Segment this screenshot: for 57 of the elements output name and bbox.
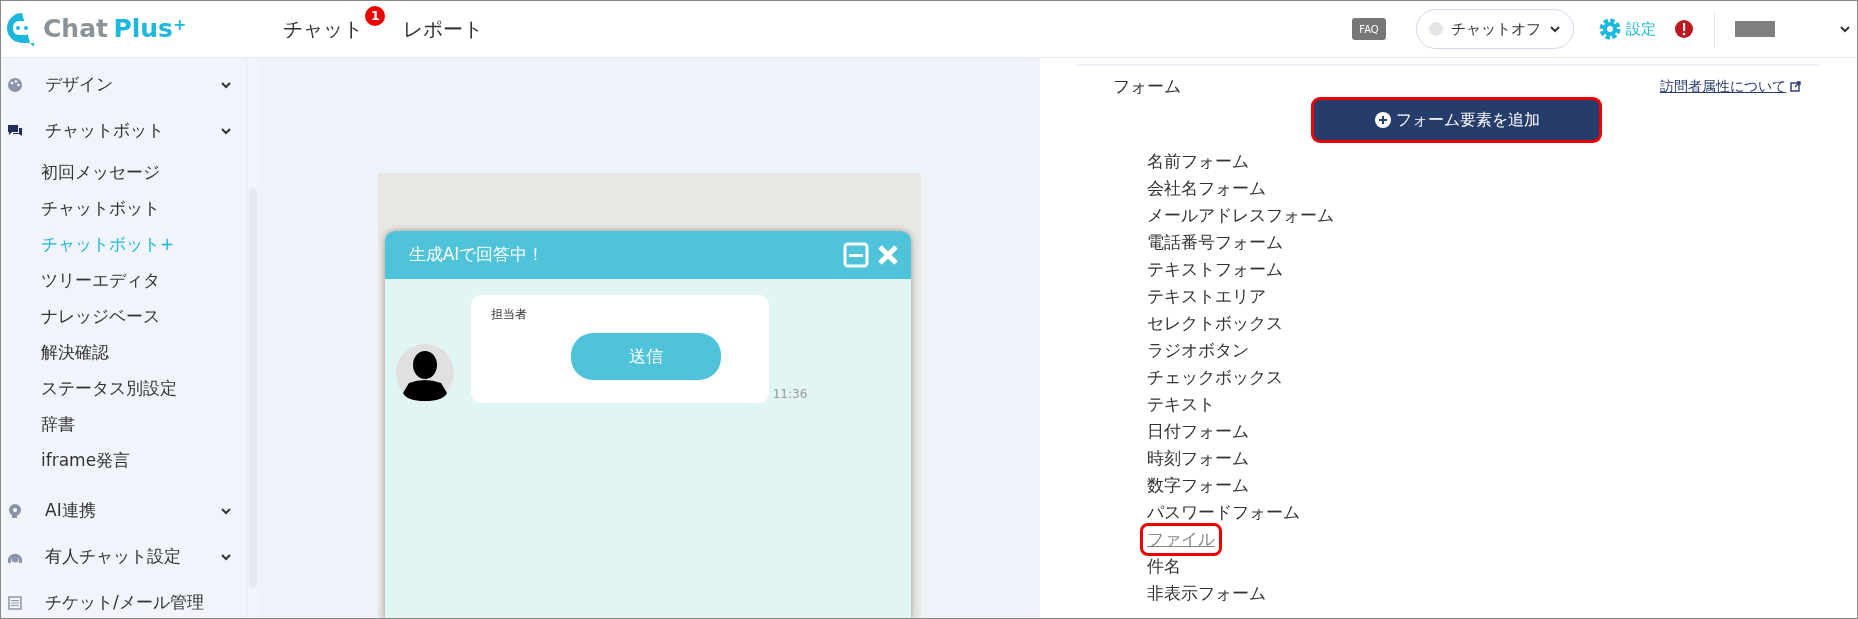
- form-element-item[interactable]: 時刻フォーム: [1146, 444, 1249, 472]
- list-icon: [7, 595, 23, 611]
- caret-icon[interactable]: [1839, 24, 1851, 34]
- sidebar-subitem[interactable]: ナレッジベース: [1, 298, 246, 334]
- settings-icon: [1598, 17, 1622, 41]
- sidebar-subitem[interactable]: iframe発言: [1, 442, 246, 478]
- sidebar-subitem[interactable]: 初回メッセージ: [1, 154, 246, 190]
- close-icon[interactable]: [876, 244, 899, 266]
- external-link-icon: [1790, 81, 1801, 93]
- form-element-item[interactable]: メールアドレスフォーム: [1146, 201, 1334, 229]
- palette-icon: [7, 77, 23, 93]
- form-element-item[interactable]: セレクトボックス: [1146, 309, 1283, 337]
- form-element-item[interactable]: 名前フォーム: [1146, 147, 1249, 175]
- form-element-item[interactable]: テキストフォーム: [1146, 255, 1283, 283]
- avatar: [394, 343, 455, 403]
- form-element-item[interactable]: テキスト: [1146, 390, 1215, 418]
- redacted-name-bar: [1735, 21, 1775, 37]
- caret-icon: [1549, 24, 1561, 34]
- section-label: フォーム: [1112, 75, 1181, 98]
- sidebar-subitem[interactable]: 辞書: [1, 406, 246, 442]
- sidebar-subitem[interactable]: チャットボット: [1, 190, 246, 226]
- sidebar-item[interactable]: チャットボット: [1, 108, 246, 154]
- form-element-item[interactable]: パスワードフォーム: [1146, 498, 1300, 526]
- form-element-item[interactable]: チェックボックス: [1146, 363, 1283, 391]
- chat-bubbles-icon: [7, 123, 23, 139]
- form-element-item[interactable]: 非表示フォーム: [1146, 579, 1266, 607]
- sidebar-item[interactable]: 有人チャット設定: [1, 534, 246, 580]
- plus-circle-icon: [1373, 110, 1392, 129]
- logo-text: Chat: [43, 14, 108, 44]
- sidebar-subitem[interactable]: 解決確認: [1, 334, 246, 370]
- sender-name: 担当者: [490, 306, 528, 323]
- help-link[interactable]: 訪問者属性について: [1660, 76, 1801, 98]
- chat-window-title: 生成AIで回答中！: [408, 243, 545, 267]
- sidebar-item[interactable]: デザイン: [1, 62, 246, 108]
- form-element-item[interactable]: 件名: [1146, 552, 1181, 580]
- form-element-item[interactable]: 日付フォーム: [1146, 417, 1249, 445]
- nav-tab[interactable]: レポート: [403, 14, 484, 44]
- message-time: 11:36: [772, 386, 808, 403]
- sidebar-item[interactable]: AI連携: [1, 488, 246, 534]
- form-element-link[interactable]: ファイル: [1142, 525, 1219, 553]
- alert-icon: [1674, 19, 1694, 39]
- add-form-element-button[interactable]: フォーム要素を追加: [1314, 99, 1600, 140]
- sidebar-subitem[interactable]: ステータス別設定: [1, 370, 246, 406]
- sidebar-subitem[interactable]: ツリーエディタ: [1, 262, 246, 298]
- minimize-icon[interactable]: [842, 242, 869, 268]
- form-element-item[interactable]: 電話番号フォーム: [1146, 228, 1283, 256]
- logo-text: Plus: [113, 14, 173, 44]
- faq-button[interactable]: FAQ: [1352, 18, 1386, 40]
- form-element-item[interactable]: 数字フォーム: [1146, 471, 1249, 499]
- form-element-item[interactable]: テキストエリア: [1146, 282, 1266, 310]
- logo-plus-mark: +: [172, 15, 187, 35]
- head-icon: [7, 503, 23, 519]
- form-element-item[interactable]: ラジオボタン: [1146, 336, 1249, 364]
- chat-status-dropdown[interactable]: チャットオフ: [1416, 9, 1574, 49]
- form-element-item[interactable]: 会社名フォーム: [1146, 174, 1266, 202]
- notification-badge: 1: [365, 6, 386, 26]
- sidebar-item[interactable]: チケット/メール管理: [1, 580, 246, 618]
